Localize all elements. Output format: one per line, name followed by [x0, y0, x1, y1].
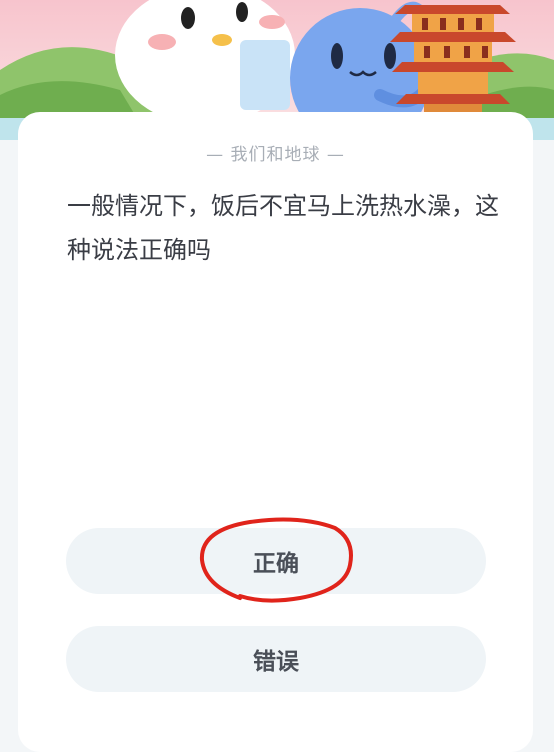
- category-dash-left: —: [206, 145, 231, 165]
- quiz-card: — 我们和地球 — 一般情况下，饭后不宜马上洗热水澡，这种说法正确吗 正确 错误: [18, 112, 533, 752]
- answer-correct-label: 正确: [253, 551, 299, 577]
- category-dash-right: —: [320, 145, 345, 165]
- answer-wrong-button[interactable]: 错误: [66, 626, 486, 692]
- answer-wrong-label: 错误: [253, 649, 299, 675]
- question-text: 一般情况下，饭后不宜马上洗热水澡，这种说法正确吗: [67, 192, 499, 264]
- category-label: 我们和地球: [230, 145, 321, 165]
- answer-correct-button[interactable]: 正确: [66, 528, 486, 594]
- quiz-category: — 我们和地球 —: [18, 140, 533, 165]
